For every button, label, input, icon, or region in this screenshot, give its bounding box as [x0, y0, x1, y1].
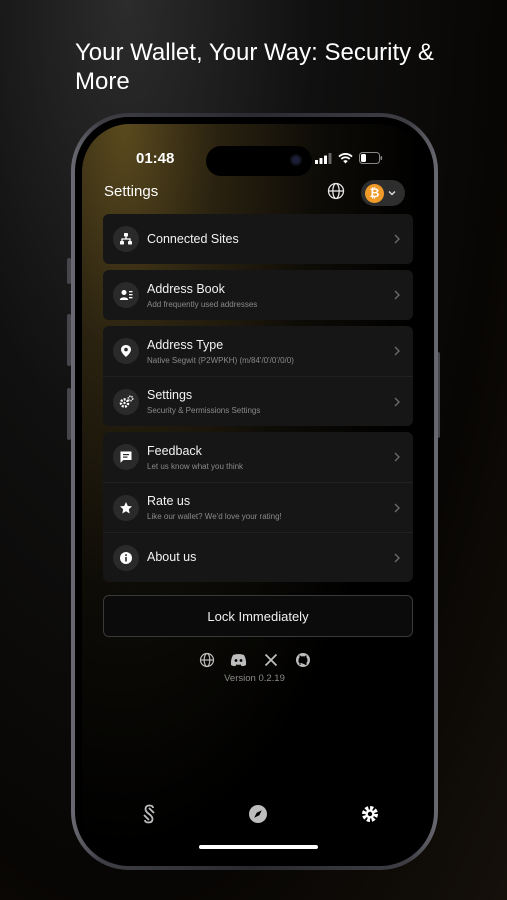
row-label: Rate us: [147, 494, 191, 508]
discord-icon[interactable]: [230, 651, 248, 669]
contacts-icon: [113, 282, 139, 308]
row-label: Address Type: [147, 337, 224, 352]
wifi-icon: [338, 152, 353, 163]
rate-us-row[interactable]: Rate us Like our wallet? We'd love your …: [103, 482, 413, 532]
bottom-tab-bar: [82, 802, 427, 826]
app-screen: 01:48 Settings ₿ Connected Sites Address…: [82, 124, 427, 859]
settings-group-address-book: Address Book Add frequently used address…: [103, 270, 413, 320]
feedback-row[interactable]: Feedback Let us know what you think: [103, 432, 413, 482]
security-settings-row[interactable]: Settings Security & Permissions Settings: [103, 376, 413, 426]
camera-icon: [290, 154, 302, 166]
home-indicator: [199, 845, 318, 849]
chevron-right-icon: [394, 553, 400, 562]
github-icon[interactable]: [294, 651, 312, 669]
row-label: Address Book: [147, 281, 225, 296]
settings-gear-icon[interactable]: [358, 802, 382, 826]
chevron-right-icon: [394, 452, 400, 462]
gears-icon: [113, 388, 139, 415]
message-icon: [113, 444, 139, 470]
wallet-tab-icon[interactable]: [137, 802, 161, 826]
about-us-row[interactable]: About us: [103, 532, 413, 582]
chevron-right-icon: [394, 346, 400, 356]
sitemap-icon: [113, 226, 139, 252]
chevron-down-icon: [388, 191, 396, 196]
language-globe-icon[interactable]: [327, 182, 345, 200]
star-icon: [113, 494, 139, 521]
row-label: About us: [147, 550, 197, 564]
settings-group-sites: Connected Sites: [103, 214, 413, 264]
status-time: 01:48: [136, 150, 175, 167]
chevron-right-icon: [394, 234, 400, 244]
account-selector[interactable]: ₿: [361, 180, 405, 206]
settings-header: Settings ₿: [104, 180, 405, 208]
settings-group-about: Feedback Let us know what you think Rate…: [103, 432, 413, 582]
row-label: Settings: [147, 388, 193, 402]
chevron-right-icon: [394, 290, 400, 300]
connected-sites-row[interactable]: Connected Sites: [103, 214, 413, 264]
row-subtitle: Security & Permissions Settings: [147, 406, 261, 415]
row-subtitle: Add frequently used addresses: [147, 299, 258, 309]
x-icon[interactable]: [262, 651, 280, 669]
address-type-row[interactable]: Address Type Native Segwit (P2WPKH) (m/8…: [103, 326, 413, 376]
social-links: [82, 651, 427, 669]
address-book-row[interactable]: Address Book Add frequently used address…: [103, 270, 413, 320]
app-version: Version 0.2.19: [224, 673, 285, 684]
row-label: Feedback: [147, 443, 202, 458]
row-subtitle: Native Segwit (P2WPKH) (m/84'/0'/0'/0/0): [147, 355, 294, 365]
row-subtitle: Let us know what you think: [147, 461, 244, 471]
row-label: Connected Sites: [147, 231, 239, 246]
page-title: Settings: [104, 183, 159, 200]
bitcoin-icon: ₿: [365, 183, 384, 203]
signal-icon: [315, 152, 332, 164]
phone-frame: 01:48 Settings ₿ Connected Sites Address…: [71, 113, 438, 870]
row-subtitle: Like our wallet? We'd love your rating!: [147, 512, 282, 521]
chevron-right-icon: [394, 397, 400, 406]
explore-compass-icon[interactable]: [246, 802, 270, 826]
settings-group-wallet: Address Type Native Segwit (P2WPKH) (m/8…: [103, 326, 413, 426]
globe-icon[interactable]: [198, 651, 216, 669]
location-pin-icon: [113, 338, 139, 364]
status-bar: 01:48: [82, 146, 427, 176]
promo-headline: Your Wallet, Your Way: Security & More: [75, 39, 434, 95]
lock-immediately-button[interactable]: Lock Immediately: [103, 595, 413, 637]
chevron-right-icon: [394, 503, 400, 512]
info-icon: [113, 544, 139, 571]
battery-icon: [359, 152, 383, 164]
